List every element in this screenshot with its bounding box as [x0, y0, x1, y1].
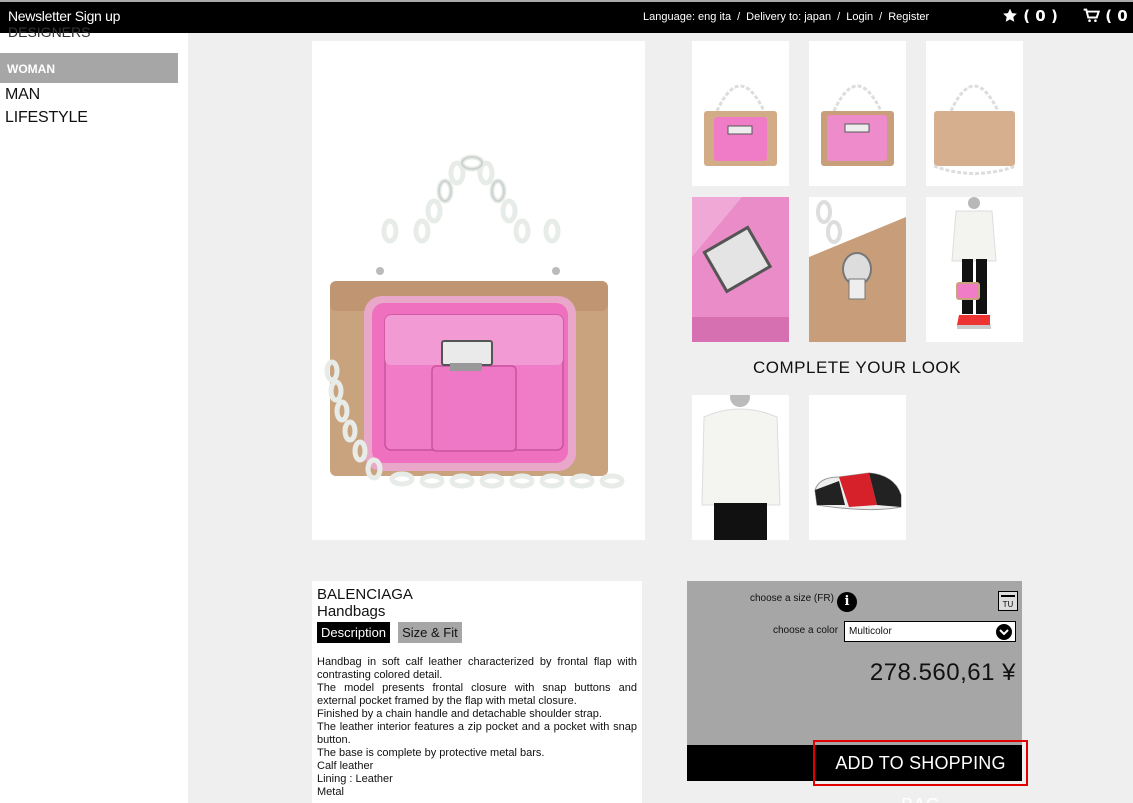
chevron-down-icon	[996, 624, 1012, 640]
separator: /	[879, 11, 883, 23]
thumbnail-bag-clasp-detail[interactable]	[809, 197, 906, 342]
thumbnail-bag-front-2[interactable]	[809, 41, 906, 186]
tab-description[interactable]: Description	[317, 622, 391, 643]
product-tabs: Description Size & Fit	[317, 622, 637, 646]
color-select-value: Multicolor	[849, 626, 892, 637]
delivery-selector[interactable]: Delivery to: japan	[746, 11, 831, 23]
product-brand[interactable]: BALENCIAGA	[317, 586, 637, 603]
bag-thumbnail-image	[692, 197, 789, 342]
product-price: 278.560,61 ¥	[869, 659, 1016, 686]
color-label: choose a color	[773, 625, 839, 636]
sidebar-item-designers[interactable]: DESIGNERS	[8, 24, 90, 40]
description-line: Handbag in soft calf leather characteriz…	[317, 656, 637, 681]
sidebar-item-woman[interactable]: WOMAN	[0, 53, 178, 83]
separator: /	[837, 11, 841, 23]
bag-thumbnail-image	[821, 84, 894, 166]
sidebar: DESIGNERS WOMAN MAN LIFESTYLE	[0, 24, 188, 803]
bag-thumbnail-image	[704, 84, 777, 166]
top-links: Language: eng ita / Delivery to: japan / Log…	[643, 11, 929, 23]
model-thumbnail-image	[951, 197, 997, 329]
bag-thumbnail-image	[809, 197, 906, 342]
newsletter-link[interactable]: Newsletter Sign up	[8, 8, 120, 24]
look-item-sneaker[interactable]	[809, 395, 906, 540]
size-option-tu[interactable]: TU	[998, 591, 1018, 611]
info-icon[interactable]: i	[837, 592, 857, 612]
add-to-shopping-bag-button[interactable]: ADD TO SHOPPING BAG	[813, 740, 1028, 803]
look-item-white-sweater[interactable]	[692, 395, 789, 540]
sidebar-item-man[interactable]: MAN	[5, 86, 40, 104]
top-bar: Newsletter Sign up Language: eng ita / Del…	[0, 0, 1133, 33]
size-label: choose a size (FR)	[750, 593, 834, 604]
sidebar-item-lifestyle[interactable]: LIFESTYLE	[5, 109, 88, 127]
thumbnail-bag-front[interactable]	[692, 41, 789, 186]
sweater-image	[701, 395, 781, 540]
description-line: Calf leather	[317, 760, 374, 772]
register-link[interactable]: Register	[888, 11, 929, 23]
product-info: BALENCIAGA Handbags Description Size & F…	[312, 581, 642, 803]
sneaker-image	[814, 472, 902, 511]
login-link[interactable]: Login	[846, 11, 873, 23]
description-line: The model presents frontal closure with …	[317, 682, 637, 707]
wishlist-count: ( 0 )	[1023, 7, 1058, 25]
cart-icon	[1083, 8, 1101, 23]
complete-your-look-heading: COMPLETE YOUR LOOK	[752, 358, 961, 377]
handbag-image	[324, 154, 625, 489]
bag-thumbnail-image	[933, 84, 1017, 175]
description-line: Metal	[317, 786, 344, 798]
separator: /	[737, 11, 741, 23]
description-line: The leather interior features a zip pock…	[317, 721, 637, 746]
star-icon	[1003, 8, 1017, 22]
color-select[interactable]: Multicolor	[844, 621, 1016, 642]
tab-size-fit[interactable]: Size & Fit	[398, 622, 462, 643]
thumbnail-model-with-bag[interactable]	[926, 197, 1023, 342]
main-product-image[interactable]	[312, 41, 645, 540]
description-line: Finished by a chain handle and detachabl…	[317, 708, 602, 720]
product-category[interactable]: Handbags	[317, 603, 637, 620]
wishlist-button[interactable]: ( 0 )	[1002, 7, 1058, 25]
product-description: Handbag in soft calf leather characteriz…	[317, 656, 637, 799]
cart-count: ( 0 )	[1105, 7, 1133, 25]
language-selector[interactable]: Language: eng ita	[643, 11, 731, 23]
thumbnail-bag-pocket-detail[interactable]	[692, 197, 789, 342]
description-line: The base is complete by protective metal…	[317, 747, 545, 759]
purchase-panel: choose a size (FR) i TU choose a color M…	[687, 581, 1028, 803]
description-line: Lining : Leather	[317, 773, 393, 785]
thumbnail-bag-back[interactable]	[926, 41, 1023, 186]
cart-button[interactable]: ( 0 )	[1083, 7, 1133, 25]
